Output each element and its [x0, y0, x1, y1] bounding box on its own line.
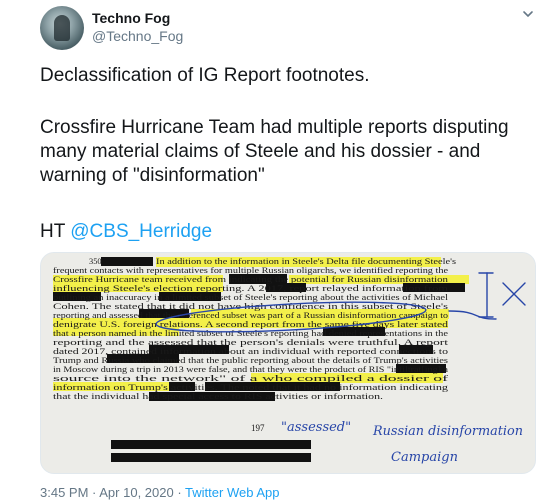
footnote-number: 350 — [89, 257, 102, 266]
user-handle[interactable]: @Techno_Fog — [92, 28, 183, 44]
doc-line: frequent contacts with representatives f… — [53, 266, 448, 275]
tweet-line-3: HT @CBS_Herridge — [40, 220, 212, 244]
display-name[interactable]: Techno Fog — [92, 10, 170, 26]
ht-prefix: HT — [40, 221, 71, 242]
tweet-time[interactable]: 3:45 PM — [40, 485, 88, 500]
doc-line: In addition to the information in Steele… — [156, 257, 456, 266]
source-app-link[interactable]: Twitter Web App — [185, 485, 279, 500]
tweet-line-1: Declassification of IG Report footnotes. — [40, 65, 370, 86]
page-number: 197 — [251, 423, 265, 433]
document-scan: 350 In addition to the information in St… — [41, 253, 535, 473]
tweet-image[interactable]: 350 In addition to the information in St… — [40, 252, 536, 474]
doc-line: information on Trump's activities. The n… — [53, 383, 449, 392]
tweet-line-2: Crossfire Hurricane Team had multiple re… — [40, 117, 509, 186]
avatar[interactable] — [40, 6, 84, 50]
chevron-down-icon[interactable] — [522, 8, 534, 20]
doc-line: Crossfire Hurricane team received from i… — [53, 275, 449, 284]
doc-line: in Moscow during a trip in 2013 were fal… — [53, 365, 448, 374]
tweet-date[interactable]: Apr 10, 2020 — [99, 485, 173, 500]
handwriting-russian-disinformation: Russian disinformation — [372, 424, 523, 439]
doc-line: outlining an inaccuracy in a limited sub… — [53, 293, 449, 302]
doc-line: reporting and assessed that the referenc… — [53, 311, 448, 320]
meta-separator: · — [173, 485, 186, 500]
doc-line: reporting and the assessed that the pers… — [53, 338, 449, 347]
doc-line: source into the network" of a who compil… — [53, 374, 448, 383]
meta-separator: · — [88, 485, 100, 500]
tweet-meta: 3:45 PM · Apr 10, 2020 · Twitter Web App — [40, 485, 279, 500]
mention-link[interactable]: @CBS_Herridge — [70, 221, 212, 242]
doc-line: that the individual had special access t… — [53, 392, 383, 401]
doc-line: dated 2017, contained information about … — [53, 347, 448, 356]
handwriting-campaign: Campaign — [391, 450, 458, 465]
doc-line: that a person named in the limited subse… — [53, 329, 448, 338]
handwriting-assessed: "assessed" — [281, 420, 351, 435]
doc-line: Trump and Russia who claimed that the pu… — [53, 356, 448, 365]
doc-line: influencing Steele's election reporting.… — [53, 284, 449, 293]
